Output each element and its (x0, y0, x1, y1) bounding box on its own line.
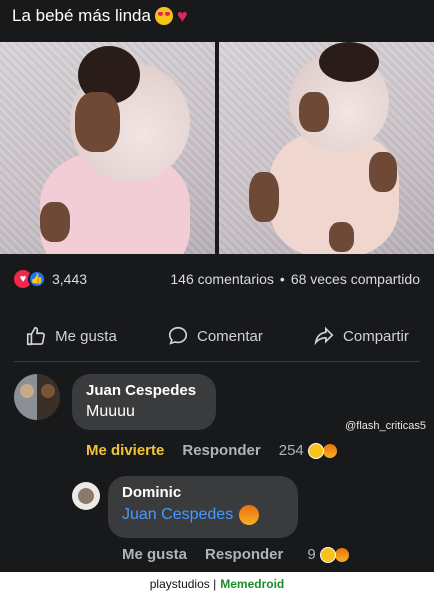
reply-reaction-number: 9 (307, 546, 316, 563)
share-label: Compartir (343, 327, 409, 345)
comment-author[interactable]: Juan Cespedes (86, 382, 202, 399)
comment-count[interactable]: 146 comentarios (170, 271, 274, 287)
commenter-avatar[interactable] (14, 374, 60, 420)
reply-reaction-count[interactable]: 9 (307, 546, 350, 563)
reply-author[interactable]: Dominic (122, 484, 284, 501)
watermark: @flash_criticas5 (345, 420, 426, 432)
reply-actions: Me gusta Responder 9 (122, 546, 422, 563)
post-stats: ♥ 👍 3,443 146 comentarios • 68 veces com… (14, 270, 420, 288)
comment-text: Muuuu (86, 403, 135, 420)
post-photos[interactable] (0, 42, 434, 254)
angry-reaction-icon (321, 442, 338, 459)
footer-brand[interactable]: Memedroid (220, 577, 284, 591)
heart-emoji-icon: ♥ (176, 6, 188, 26)
reply-bubble[interactable]: Dominic Juan Cespedes (108, 476, 298, 538)
heart-eyes-emoji-icon (154, 7, 173, 25)
share-count[interactable]: 68 veces compartido (291, 271, 420, 287)
angry-reaction-icon (333, 546, 350, 563)
comment-reaction-count[interactable]: 254 (279, 442, 338, 459)
mention-link[interactable]: Juan Cespedes (122, 506, 233, 524)
photo-right[interactable] (219, 42, 434, 254)
footer-left-text: playstudios | (149, 577, 217, 591)
comment-label: Comentar (196, 327, 263, 345)
like-reaction-icon: 👍 (28, 270, 46, 288)
reply-mention-row: Juan Cespedes (122, 505, 284, 525)
haha-reaction-icon (307, 442, 324, 459)
reaction-count[interactable]: 3,443 (52, 271, 87, 287)
post-title-row: La bebé más linda ♥ (12, 6, 188, 26)
thumbs-up-icon (27, 326, 46, 346)
photo-left[interactable] (0, 42, 215, 254)
comment-actions: Me divierte Responder 254 (86, 442, 426, 459)
reply-link[interactable]: Responder (182, 442, 260, 459)
like-button[interactable]: Me gusta (25, 325, 117, 347)
comment-reaction-number: 254 (278, 442, 304, 459)
angry-emoji-icon (239, 505, 260, 525)
stats-separator: • (279, 271, 285, 287)
reply-like-link[interactable]: Me gusta (122, 546, 187, 563)
post-action-bar: Me gusta Comentar Compartir (0, 316, 434, 362)
share-button[interactable]: Compartir (313, 325, 409, 347)
reaction-summary[interactable]: ♥ 👍 (14, 270, 46, 288)
like-label: Me gusta (55, 327, 117, 345)
comment-button[interactable]: Comentar (167, 325, 263, 347)
reply-reply-link[interactable]: Responder (205, 546, 283, 563)
reaction-link[interactable]: Me divierte (86, 442, 164, 459)
share-arrow-icon (314, 326, 334, 346)
comment-bubble[interactable]: Juan Cespedes Muuuu (72, 374, 216, 430)
haha-reaction-icon (319, 546, 336, 563)
comment-bubble-icon (168, 326, 188, 345)
footer-banner: playstudios | Memedroid (0, 572, 434, 596)
post-title: La bebé más linda (12, 6, 151, 25)
reply-avatar[interactable] (72, 482, 100, 510)
